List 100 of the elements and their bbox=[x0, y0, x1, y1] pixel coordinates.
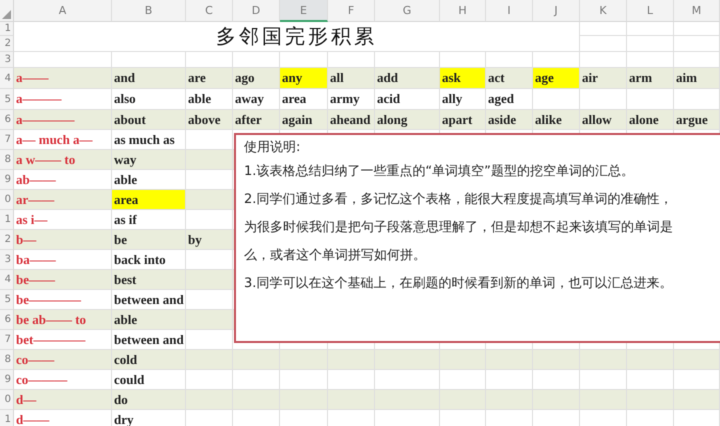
table-cell: by bbox=[186, 230, 233, 250]
row-number[interactable]: 6 bbox=[0, 110, 14, 130]
column-header[interactable]: D bbox=[233, 0, 280, 22]
table-cell: alone bbox=[627, 110, 674, 130]
table-cell bbox=[186, 270, 233, 290]
column-header[interactable]: H bbox=[440, 0, 486, 22]
table-cell: way bbox=[112, 150, 186, 170]
table-cell bbox=[186, 190, 233, 210]
table-cell: able bbox=[112, 310, 186, 330]
table-cell bbox=[674, 390, 720, 410]
sheet-title: 多邻国完形积累 bbox=[14, 22, 580, 52]
table-cell bbox=[627, 350, 674, 370]
row-number[interactable]: 1 bbox=[0, 22, 14, 36]
table-cell: b— bbox=[14, 230, 112, 250]
table-cell bbox=[674, 36, 720, 52]
column-header[interactable]: C bbox=[186, 0, 233, 22]
table-cell: any bbox=[280, 68, 328, 89]
table-cell bbox=[440, 350, 486, 370]
table-cell bbox=[486, 350, 533, 370]
row-number[interactable]: 4 bbox=[0, 68, 14, 89]
table-cell bbox=[375, 390, 440, 410]
table-cell: be ab—— to bbox=[14, 310, 112, 330]
table-cell: allow bbox=[580, 110, 627, 130]
row-number[interactable]: 0 bbox=[0, 190, 14, 210]
column-header[interactable]: E bbox=[280, 0, 328, 22]
table-cell bbox=[186, 350, 233, 370]
table-cell: all bbox=[328, 68, 375, 89]
column-header[interactable]: L bbox=[627, 0, 674, 22]
instruction-line: 2.同学们通过多看，多记忆这个表格，能很大程度提高填写单词的准确性， bbox=[244, 191, 674, 209]
instructions-heading: 使用说明: bbox=[244, 139, 302, 157]
table-cell: along bbox=[375, 110, 440, 130]
table-cell: ago bbox=[233, 68, 280, 89]
row-number[interactable]: 2 bbox=[0, 230, 14, 250]
row-number[interactable]: 8 bbox=[0, 350, 14, 370]
row-number[interactable]: 3 bbox=[0, 250, 14, 270]
table-cell bbox=[280, 350, 328, 370]
row-number[interactable]: 3 bbox=[0, 52, 14, 68]
table-cell: after bbox=[233, 110, 280, 130]
row-number[interactable]: 6 bbox=[0, 310, 14, 330]
table-cell: are bbox=[186, 68, 233, 89]
table-cell: aside bbox=[486, 110, 533, 130]
table-cell: apart bbox=[440, 110, 486, 130]
table-cell: and bbox=[112, 68, 186, 89]
column-header[interactable]: K bbox=[580, 0, 627, 22]
table-cell: be bbox=[112, 230, 186, 250]
row-number[interactable]: 9 bbox=[0, 170, 14, 190]
table-cell bbox=[328, 390, 375, 410]
instruction-line: 3.同学可以在这个基础上，在刷题的时候看到新的单词，也可以汇总进来。 bbox=[244, 275, 674, 293]
table-cell: do bbox=[112, 390, 186, 410]
table-cell bbox=[533, 350, 580, 370]
row-number[interactable]: 1 bbox=[0, 410, 14, 426]
row-number[interactable]: 1 bbox=[0, 210, 14, 230]
table-cell bbox=[328, 350, 375, 370]
table-cell bbox=[233, 350, 280, 370]
row-number[interactable]: 4 bbox=[0, 270, 14, 290]
table-cell bbox=[580, 390, 627, 410]
table-cell: co—— bbox=[14, 350, 112, 370]
column-header[interactable]: J bbox=[533, 0, 580, 22]
table-cell: arm bbox=[627, 68, 674, 89]
column-header[interactable]: M bbox=[674, 0, 720, 22]
table-cell: again bbox=[280, 110, 328, 130]
table-cell: a———— bbox=[14, 110, 112, 130]
row-number[interactable]: 9 bbox=[0, 370, 14, 390]
row-number[interactable]: 2 bbox=[0, 36, 14, 52]
table-cell: about bbox=[112, 110, 186, 130]
table-cell: above bbox=[186, 110, 233, 130]
row-number[interactable]: 8 bbox=[0, 150, 14, 170]
table-cell bbox=[580, 22, 627, 36]
table-cell: a w—— to bbox=[14, 150, 112, 170]
table-cell: cold bbox=[112, 350, 186, 370]
table-cell bbox=[186, 150, 233, 170]
table-cell: aim bbox=[674, 68, 720, 89]
column-header[interactable]: A bbox=[14, 0, 112, 22]
row-number[interactable]: 7 bbox=[0, 130, 14, 150]
table-cell: add bbox=[375, 68, 440, 89]
table-cell bbox=[674, 22, 720, 36]
row-number[interactable]: 5 bbox=[0, 89, 14, 110]
table-cell: act bbox=[486, 68, 533, 89]
table-cell bbox=[533, 390, 580, 410]
table-cell: age bbox=[533, 68, 580, 89]
table-cell bbox=[580, 36, 627, 52]
table-cell: dry bbox=[112, 410, 186, 426]
table-cell: alike bbox=[533, 110, 580, 130]
column-header[interactable]: B bbox=[112, 0, 186, 22]
table-cell bbox=[627, 22, 674, 36]
table-cell bbox=[627, 36, 674, 52]
table-cell: be—— bbox=[14, 270, 112, 290]
instruction-line: 1.该表格总结归纳了一些重点的“单词填空”题型的挖空单词的汇总。 bbox=[244, 163, 635, 181]
column-header[interactable]: I bbox=[486, 0, 533, 22]
column-header[interactable]: F bbox=[328, 0, 375, 22]
table-cell bbox=[627, 390, 674, 410]
row-number[interactable]: 5 bbox=[0, 290, 14, 310]
table-cell bbox=[186, 310, 233, 330]
row-number[interactable]: 7 bbox=[0, 330, 14, 350]
row-number[interactable]: 0 bbox=[0, 390, 14, 410]
column-header[interactable]: G bbox=[375, 0, 440, 22]
table-cell bbox=[375, 350, 440, 370]
table-cell: argue bbox=[674, 110, 720, 130]
table-cell: d—— bbox=[14, 410, 112, 426]
select-all-icon[interactable] bbox=[2, 10, 11, 19]
